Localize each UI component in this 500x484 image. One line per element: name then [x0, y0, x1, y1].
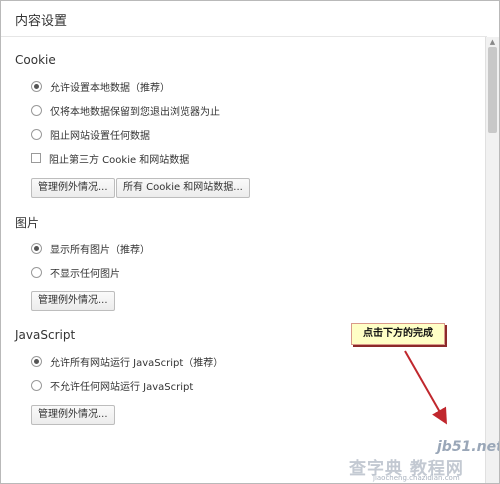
- cookie-session-label: 仅将本地数据保留到您退出浏览器为止: [50, 106, 220, 118]
- scrollbar-thumb[interactable]: [488, 47, 497, 133]
- callout-annotation: 点击下方的完成: [351, 323, 445, 345]
- javascript-block-label: 不允许任何网站运行 JavaScript: [50, 381, 194, 393]
- cookie-allow-label: 允许设置本地数据（推荐）: [50, 82, 170, 94]
- images-manage-exceptions-button[interactable]: 管理例外情况...: [31, 291, 115, 311]
- cookie-session-option[interactable]: 仅将本地数据保留到您退出浏览器为止: [31, 101, 220, 119]
- watermark-url: jiaocheng.chazidian.com: [373, 474, 460, 482]
- radio-checked-icon[interactable]: [31, 355, 42, 367]
- cookie-block-option[interactable]: 阻止网站设置任何数据: [31, 125, 150, 143]
- radio-checked-icon[interactable]: [31, 242, 42, 254]
- images-show-label: 显示所有图片（推荐）: [50, 244, 150, 256]
- watermark-site: jb51.net: [437, 439, 500, 455]
- javascript-allow-label: 允许所有网站运行 JavaScript（推荐）: [50, 357, 224, 369]
- radio-icon[interactable]: [31, 128, 42, 140]
- images-section-title: 图片: [15, 216, 40, 230]
- cookie-block-label: 阻止网站设置任何数据: [50, 130, 150, 142]
- checkbox-icon[interactable]: [31, 153, 41, 163]
- images-hide-option[interactable]: 不显示任何图片: [31, 263, 120, 281]
- javascript-allow-option[interactable]: 允许所有网站运行 JavaScript（推荐）: [31, 352, 223, 370]
- radio-icon[interactable]: [31, 379, 42, 391]
- block-third-party-label: 阻止第三方 Cookie 和网站数据: [49, 154, 190, 166]
- dialog-title: 内容设置: [15, 14, 68, 29]
- cookie-allow-option[interactable]: 允许设置本地数据（推荐）: [31, 77, 170, 95]
- javascript-section-title: JavaScript: [15, 328, 76, 342]
- images-show-option[interactable]: 显示所有图片（推荐）: [31, 239, 150, 257]
- block-third-party-option[interactable]: 阻止第三方 Cookie 和网站数据: [31, 149, 189, 167]
- content-settings-dialog: 内容设置 Cookie 允许设置本地数据（推荐） 仅将本地数据保留到您退出浏览器…: [0, 0, 500, 484]
- javascript-manage-exceptions-button[interactable]: 管理例外情况...: [31, 405, 115, 425]
- radio-icon[interactable]: [31, 104, 42, 116]
- cookie-section-title: Cookie: [15, 53, 56, 67]
- header-divider: [1, 36, 487, 37]
- radio-icon[interactable]: [31, 266, 42, 278]
- scroll-up-icon[interactable]: ▲: [486, 37, 499, 47]
- watermark: jb51.net 查字典 教程网 jiaocheng.chazidian.com: [349, 439, 499, 483]
- all-cookies-button[interactable]: 所有 Cookie 和网站数据...: [116, 178, 250, 198]
- radio-checked-icon[interactable]: [31, 80, 42, 92]
- javascript-block-option[interactable]: 不允许任何网站运行 JavaScript: [31, 376, 193, 394]
- images-hide-label: 不显示任何图片: [50, 268, 120, 280]
- vertical-scrollbar[interactable]: ▲: [485, 37, 499, 483]
- cookie-manage-exceptions-button[interactable]: 管理例外情况...: [31, 178, 115, 198]
